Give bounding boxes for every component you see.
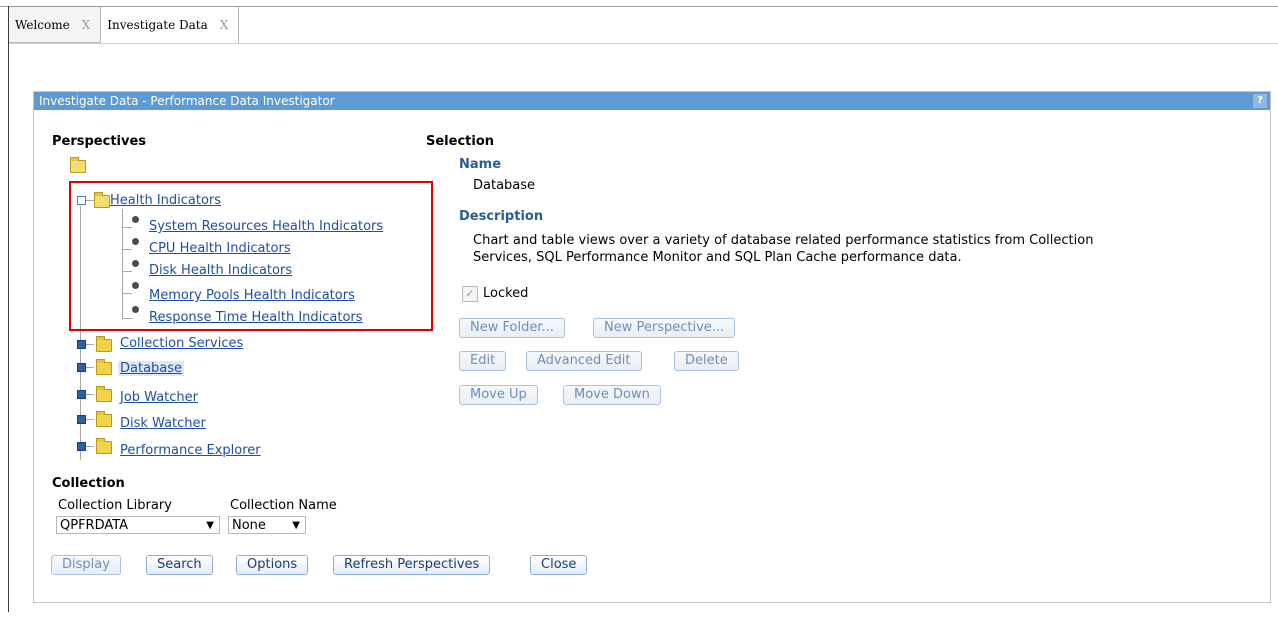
- description-line-1: Chart and table views over a variety of …: [473, 233, 1094, 248]
- chevron-down-icon: ▼: [292, 520, 300, 531]
- frame-left-border: [8, 6, 9, 612]
- move-up-button[interactable]: Move Up: [459, 385, 538, 405]
- tree-line: [86, 419, 94, 420]
- collection-library-label: Collection Library: [58, 498, 172, 513]
- expand-toggle-icon[interactable]: [77, 363, 86, 372]
- new-folder-button[interactable]: New Folder...: [459, 318, 565, 338]
- folder-icon: [96, 336, 112, 352]
- root-folder-icon: [70, 157, 86, 173]
- collection-name-select[interactable]: None ▼: [228, 516, 306, 534]
- collection-heading: Collection: [52, 476, 125, 491]
- tree-line: [86, 367, 94, 368]
- locked-checkbox[interactable]: ✓: [462, 286, 478, 302]
- tree-line: [86, 394, 94, 395]
- tree-item-collection-services[interactable]: Collection Services: [120, 336, 243, 351]
- tree-line: [86, 446, 94, 447]
- tab-welcome[interactable]: Welcome X: [9, 7, 102, 43]
- selection-heading: Selection: [426, 134, 495, 149]
- close-icon[interactable]: X: [82, 18, 91, 32]
- new-perspective-button[interactable]: New Perspective...: [593, 318, 736, 338]
- folder-icon: [96, 411, 112, 427]
- tree-item-disk-watcher[interactable]: Disk Watcher: [120, 416, 206, 431]
- tree-item-database[interactable]: Database: [118, 361, 185, 376]
- tab-bar-divider: [9, 43, 1278, 44]
- tab-investigate-data-label: Investigate Data: [107, 17, 208, 32]
- advanced-edit-button[interactable]: Advanced Edit: [526, 351, 642, 371]
- name-label: Name: [459, 157, 502, 172]
- description-label: Description: [459, 209, 544, 224]
- panel-title: Investigate Data - Performance Data Inve…: [39, 94, 335, 108]
- panel-title-bar: Investigate Data - Performance Data Inve…: [34, 92, 1270, 110]
- name-value: Database: [473, 178, 536, 193]
- folder-icon: [96, 359, 112, 375]
- folder-icon: [96, 438, 112, 454]
- display-button[interactable]: Display: [51, 555, 121, 575]
- options-button[interactable]: Options: [236, 555, 309, 575]
- expand-toggle-icon[interactable]: [77, 442, 86, 451]
- investigate-data-panel: Investigate Data - Performance Data Inve…: [33, 91, 1271, 603]
- tree-item-performance-explorer[interactable]: Performance Explorer: [120, 443, 261, 458]
- delete-button[interactable]: Delete: [674, 351, 739, 371]
- tab-bar: Welcome X Investigate Data X: [9, 7, 240, 43]
- folder-icon: [96, 386, 112, 402]
- perspectives-heading: Perspectives: [52, 134, 147, 149]
- edit-button[interactable]: Edit: [459, 351, 507, 371]
- tree-line: [86, 344, 94, 345]
- description-line-2: Services, SQL Performance Monitor and SQ…: [473, 250, 962, 265]
- collection-library-value: QPFRDATA: [60, 518, 129, 533]
- refresh-perspectives-button[interactable]: Refresh Perspectives: [333, 555, 491, 575]
- help-icon[interactable]: ?: [1253, 94, 1267, 108]
- collection-name-label: Collection Name: [230, 498, 337, 513]
- tab-investigate-data[interactable]: Investigate Data X: [101, 7, 240, 43]
- locked-label: Locked: [483, 286, 529, 301]
- collection-name-value: None: [232, 518, 266, 533]
- move-down-button[interactable]: Move Down: [563, 385, 661, 405]
- chevron-down-icon: ▼: [206, 520, 214, 531]
- expand-toggle-icon[interactable]: [77, 390, 86, 399]
- tab-welcome-label: Welcome: [15, 17, 70, 32]
- highlight-box: [69, 181, 433, 331]
- close-icon[interactable]: X: [220, 18, 229, 32]
- search-button[interactable]: Search: [146, 555, 213, 575]
- close-button[interactable]: Close: [530, 555, 588, 575]
- expand-toggle-icon[interactable]: [77, 415, 86, 424]
- tree-item-job-watcher[interactable]: Job Watcher: [120, 390, 198, 405]
- expand-toggle-icon[interactable]: [77, 340, 86, 349]
- collection-library-select[interactable]: QPFRDATA ▼: [56, 516, 220, 534]
